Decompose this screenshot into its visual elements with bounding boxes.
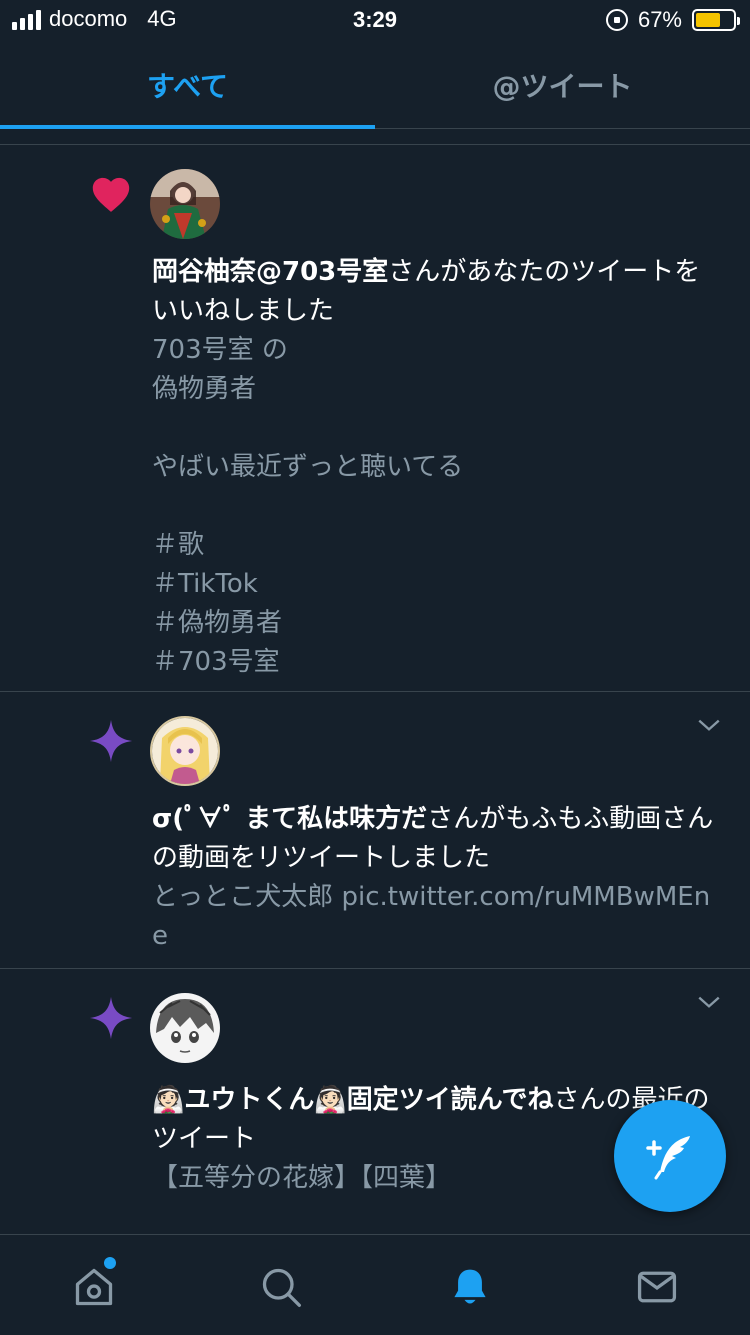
battery-icon [692, 9, 740, 31]
orientation-lock-icon [605, 9, 628, 31]
new-tweets-dot [104, 1257, 116, 1269]
battery-percent: 67% [637, 7, 682, 32]
search-icon[interactable] [259, 1265, 303, 1309]
bottom-nav [0, 1234, 750, 1335]
notification-headline: σ(ﾟ∀ﾟ まて私は味方ださんがもふもふ動画さんの動画をリツイートしました [152, 800, 722, 878]
notification-tabs: すべて @ツイート [0, 42, 750, 129]
sparkle-icon [89, 719, 133, 763]
status-bar: docomo 4G 3:29 67% [0, 0, 750, 42]
tweet-text: 703号室 の 偽物勇者 やばい最近ずっと聴いてる ＃歌 ＃TikTok ＃偽物… [152, 335, 464, 677]
compose-feather-icon [646, 1136, 690, 1180]
chevron-down-icon[interactable] [696, 989, 722, 1015]
tab-mentions[interactable]: @ツイート [375, 42, 750, 128]
chevron-down-icon[interactable] [696, 712, 722, 738]
battery-fill [696, 13, 721, 27]
notification-content: 岡谷柚奈@703号室さんがあなたのツイートをいいねしました 703号室 の 偽物… [152, 253, 722, 682]
user-name[interactable]: 👰🏻ユウトくん👰🏻固定ツイ読んでね [152, 1085, 553, 1115]
notification-item[interactable]: 岡谷柚奈@703号室さんがあなたのツイートをいいねしました 703号室 の 偽物… [0, 145, 750, 691]
tweet-text: とっとこ犬太郎 pic.twitter.com/ruMMBwMEne [152, 882, 711, 951]
heart-icon [92, 177, 130, 212]
status-right: 67% [605, 7, 740, 33]
notification-headline: 岡谷柚奈@703号室さんがあなたのツイートをいいねしました [152, 253, 722, 331]
tab-all[interactable]: すべて [0, 42, 375, 129]
home-icon[interactable] [72, 1265, 116, 1309]
messages-icon[interactable] [635, 1265, 679, 1309]
user-name[interactable]: σ(ﾟ∀ﾟ まて私は味方だ [152, 804, 427, 834]
notifications-icon[interactable] [448, 1265, 492, 1309]
avatar[interactable] [150, 169, 220, 239]
notification-content: σ(ﾟ∀ﾟ まて私は味方ださんがもふもふ動画さんの動画をリツイートしました とっ… [152, 800, 722, 956]
avatar[interactable] [150, 993, 220, 1063]
user-name[interactable]: 岡谷柚奈@703号室 [152, 257, 388, 287]
avatar[interactable] [150, 716, 220, 786]
sparkle-icon [89, 996, 133, 1040]
notification-item[interactable]: σ(ﾟ∀ﾟ まて私は味方ださんがもふもふ動画さんの動画をリツイートしました とっ… [0, 692, 750, 968]
compose-tweet-button[interactable] [614, 1100, 726, 1212]
